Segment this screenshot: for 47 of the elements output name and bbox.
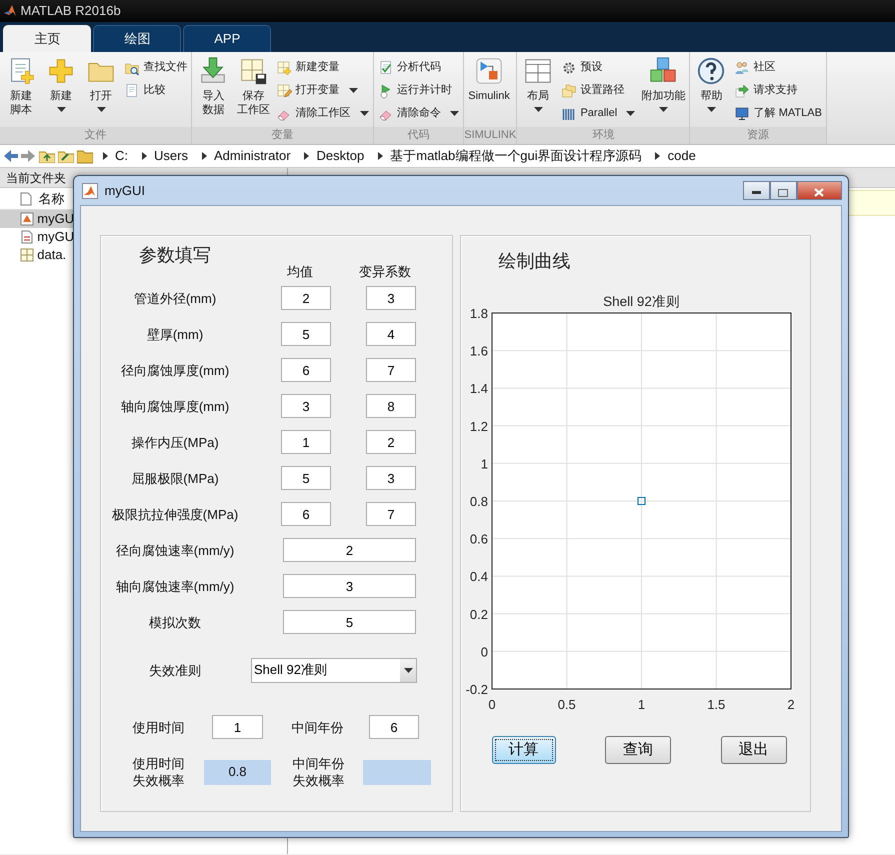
panel-title: 绘制曲线 (498, 250, 570, 272)
group-label: 变量 (192, 127, 373, 144)
field-label: 使用时间 失效概率 (132, 755, 186, 789)
field-label: 模拟次数 (148, 614, 202, 630)
field-label: 操作内压(MPa) (130, 434, 220, 450)
tick-label: 0.5 (557, 697, 576, 711)
column-header: 变异系数 (358, 263, 412, 280)
tick-label: 0.6 (469, 532, 488, 547)
tick-label: 0 (488, 697, 496, 711)
column-header: 均值 (286, 263, 314, 280)
field-label: 壁厚(mm) (146, 326, 204, 342)
field-label: 屈服极限(MPa) (130, 470, 220, 486)
tick-label: 0 (480, 644, 488, 660)
panel-title: 当前文件夹 (6, 170, 66, 186)
field-label: 使用时间 (132, 718, 186, 736)
field-label: 轴向腐蚀厚度(mm) (120, 398, 230, 414)
field-label: 中间年份 失效概率 (292, 755, 346, 789)
tick-label: 1.5 (706, 697, 725, 711)
chart-title: Shell 92准则 (602, 294, 680, 309)
field-label: 中间年份 (290, 718, 344, 736)
output-field: 0.8 (204, 760, 271, 784)
tick-label: 1.4 (469, 381, 488, 396)
tick-label: 1.2 (469, 418, 488, 434)
group-label: 代码 (374, 127, 464, 144)
tick-label: 1.8 (469, 306, 488, 321)
panel-title: 参数填写 (138, 244, 212, 267)
field-label: 径向腐蚀速率(mm/y) (114, 542, 236, 558)
tick-label: 0.2 (469, 606, 488, 622)
tick-label: -0.2 (465, 682, 488, 697)
tick-label: 1 (480, 456, 488, 472)
tick-label: 0.4 (469, 569, 488, 584)
group-label: 资源 (690, 127, 826, 144)
window-title: myGUI (104, 182, 145, 200)
field-label: 极限抗拉伸强度(MPa) (110, 506, 240, 522)
group-label: 文件 (0, 127, 192, 144)
field-label: 径向腐蚀厚度(mm) (120, 362, 230, 378)
field-label: 管道外径(mm) (132, 290, 218, 306)
group-label: 环境 (517, 127, 690, 144)
column-header: 名称 (38, 190, 64, 208)
app-title: MATLAB R2016b (20, 2, 121, 20)
tick-label: 2 (786, 697, 794, 711)
field-label: 失效准则 (148, 662, 202, 678)
tick-label: 0.8 (469, 494, 488, 509)
tick-label: 1 (637, 697, 645, 711)
tick-label: 1.6 (469, 344, 488, 359)
field-label: 轴向腐蚀速率(mm/y) (114, 578, 236, 594)
group-label: SIMULINK (464, 127, 516, 144)
